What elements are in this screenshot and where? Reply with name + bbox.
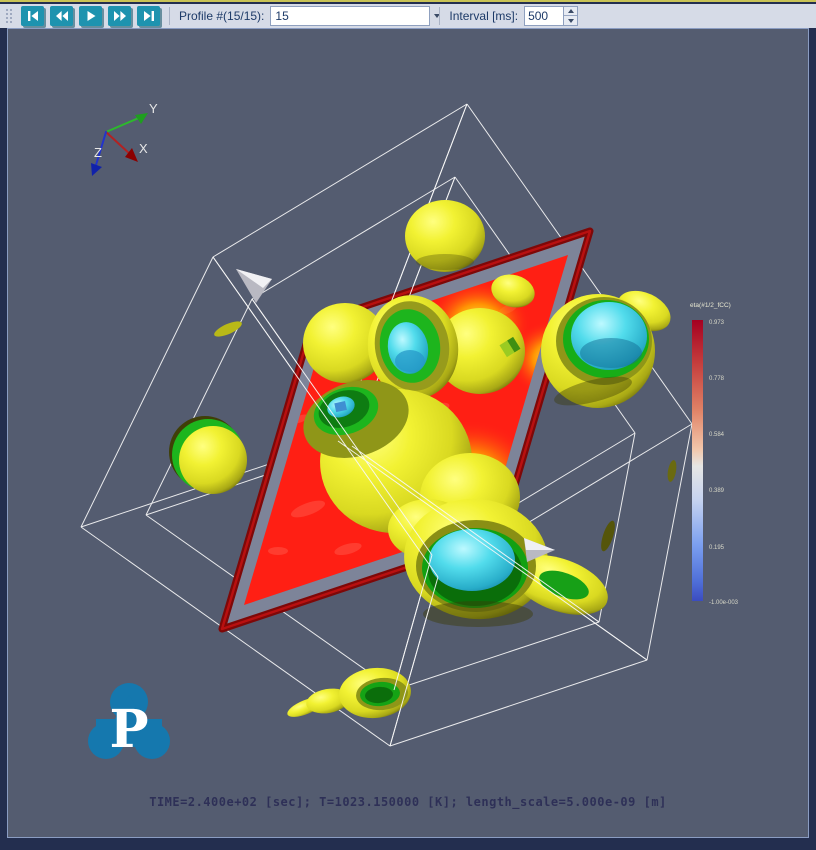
- toolbar-separator: [169, 7, 170, 25]
- viewport-3d-canvas[interactable]: Y X Z: [8, 29, 808, 837]
- isosurface-left-sphere: [169, 416, 247, 494]
- colorbar-tick: 0.584: [709, 432, 725, 438]
- app-window: Profile #(15/15): Interval [ms]:: [0, 0, 816, 850]
- render-viewport: Y X Z: [7, 28, 809, 838]
- skip-to-last-button[interactable]: [137, 6, 160, 26]
- isosurface-sliver: [666, 459, 678, 482]
- interval-label: Interval [ms]:: [449, 9, 518, 23]
- colorbar-tick: 0.778: [709, 376, 725, 382]
- simulation-status-text: TIME=2.400e+02 [sec]; T=1023.150000 [K];…: [8, 795, 808, 809]
- rewind-button[interactable]: [50, 6, 73, 26]
- colorbar-tick: 0.195: [709, 545, 725, 551]
- spin-down-icon[interactable]: [564, 16, 577, 25]
- profile-combobox[interactable]: [270, 6, 430, 26]
- profile-combobox-value[interactable]: [271, 7, 434, 25]
- play-button[interactable]: [79, 6, 102, 26]
- isosurface-lens: [212, 318, 243, 339]
- spin-up-icon[interactable]: [564, 7, 577, 16]
- toolbar-separator-2: [439, 7, 440, 25]
- skip-to-first-button[interactable]: [21, 6, 44, 26]
- isosurface-sliver: [598, 519, 617, 553]
- colorbar-tick: 0.973: [709, 320, 725, 326]
- axis-label-z: Z: [94, 145, 102, 160]
- axis-label-x: X: [139, 141, 148, 156]
- play-icon: [85, 11, 97, 21]
- colorbar-title: eta(#1/2_fCC): [690, 302, 731, 309]
- orientation-axes: Y X Z: [91, 101, 158, 176]
- rewind-icon: [56, 11, 68, 21]
- skip-to-last-icon: [143, 11, 155, 21]
- fast-forward-icon: [114, 11, 126, 21]
- interval-spinner: [524, 6, 578, 26]
- logo-letter: P: [109, 699, 148, 760]
- profile-label: Profile #(15/15):: [179, 9, 264, 23]
- axis-label-y: Y: [149, 101, 158, 116]
- isosurface-sphere: [405, 200, 485, 272]
- isosurface-peanut: [285, 665, 413, 721]
- colorbar-tick: -1.00e-003: [709, 600, 739, 606]
- colorbar-legend: eta(#1/2_fCC) 0.973 0.778 0.584 0.389 0.…: [690, 302, 739, 606]
- interval-input[interactable]: [524, 6, 564, 26]
- skip-to-first-icon: [27, 11, 39, 21]
- fast-forward-button[interactable]: [108, 6, 131, 26]
- playback-toolbar: Profile #(15/15): Interval [ms]:: [0, 4, 816, 28]
- app-logo: P: [88, 683, 170, 760]
- colorbar-tick: 0.389: [709, 488, 725, 494]
- toolbar-grip[interactable]: [4, 7, 13, 25]
